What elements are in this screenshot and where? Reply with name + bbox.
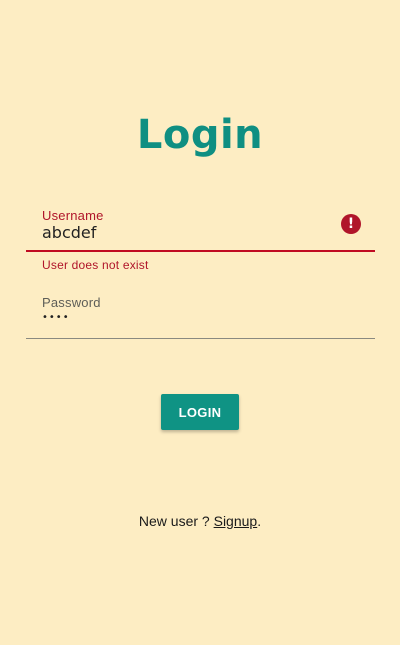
password-field[interactable]: Password •••• [26, 287, 375, 339]
error-icon: ! [341, 214, 361, 234]
login-page: Login Username abcdef ! User does not ex… [0, 0, 400, 645]
username-input[interactable]: abcdef [42, 223, 96, 242]
username-field[interactable]: Username abcdef ! [26, 200, 375, 252]
login-button[interactable]: LOGIN [161, 394, 239, 430]
signup-prompt-text: New user ? [138, 513, 214, 529]
signup-suffix: . [257, 513, 262, 529]
username-error-message: User does not exist [42, 258, 149, 272]
password-input[interactable]: •••• [42, 312, 70, 323]
signup-prompt: New user ? Signup. [0, 513, 400, 529]
signup-link[interactable]: Signup [214, 513, 258, 529]
password-label: Password [42, 295, 101, 310]
page-title: Login [136, 112, 264, 158]
username-label: Username [42, 208, 104, 223]
